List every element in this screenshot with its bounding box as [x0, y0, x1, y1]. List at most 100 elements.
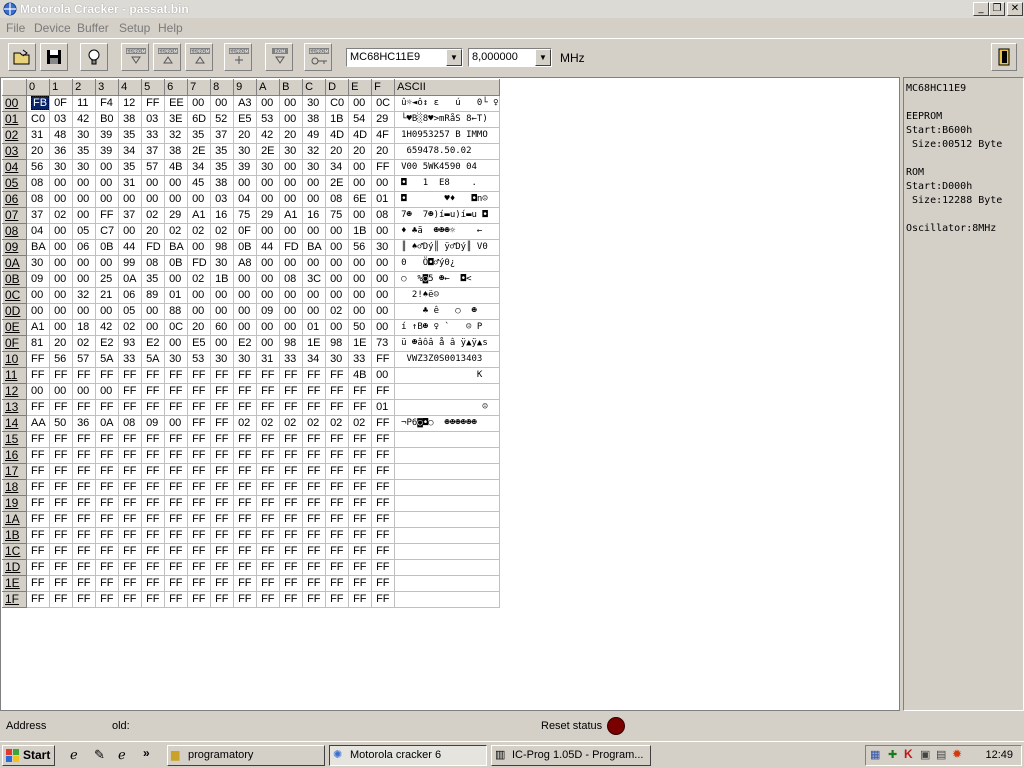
hex-byte-cell[interactable]: 56 [49, 351, 74, 368]
tray-sun-icon[interactable]: ✹ [952, 747, 962, 761]
hex-byte-cell[interactable]: 00 [279, 319, 304, 336]
hex-byte-cell[interactable]: FF [118, 527, 143, 544]
hex-byte-cell[interactable]: 02 [325, 303, 350, 320]
hex-byte-cell[interactable]: FF [25, 463, 51, 480]
hex-byte-cell[interactable]: FF [187, 479, 212, 496]
hex-byte-cell[interactable]: FF [210, 543, 235, 560]
hex-byte-cell[interactable]: 00 [279, 95, 304, 112]
hex-byte-cell[interactable]: FF [141, 447, 166, 464]
hex-byte-cell[interactable]: FF [95, 511, 120, 528]
hex-byte-cell[interactable]: 37 [118, 207, 143, 224]
hex-byte-cell[interactable]: FF [141, 495, 166, 512]
hex-byte-cell[interactable]: FF [164, 399, 189, 416]
hex-byte-cell[interactable]: 1B [325, 111, 350, 128]
hex-byte-cell[interactable]: FF [72, 591, 97, 608]
menu-buffer[interactable]: Buffer [77, 21, 109, 35]
ascii-cell[interactable]: 1H0953257 B IMMO [394, 127, 500, 144]
hex-byte-cell[interactable]: FF [233, 367, 258, 384]
hex-byte-cell[interactable]: FF [210, 431, 235, 448]
hex-byte-cell[interactable]: 0A [95, 415, 120, 432]
hex-byte-cell[interactable]: FF [210, 415, 235, 432]
hex-byte-cell[interactable]: E2 [95, 335, 120, 352]
hex-byte-cell[interactable]: FF [49, 431, 74, 448]
hex-byte-cell[interactable]: FF [371, 415, 396, 432]
hex-byte-cell[interactable]: FF [302, 511, 327, 528]
hex-byte-cell[interactable]: FF [210, 463, 235, 480]
hex-byte-cell[interactable]: FF [118, 511, 143, 528]
hex-byte-cell[interactable]: 04 [233, 191, 258, 208]
hex-byte-cell[interactable]: FF [49, 367, 74, 384]
hex-byte-cell[interactable]: FF [141, 575, 166, 592]
hex-byte-cell[interactable]: FF [141, 543, 166, 560]
hex-byte-cell[interactable]: 02 [302, 415, 327, 432]
hex-byte-cell[interactable]: 44 [118, 239, 143, 256]
exit-button[interactable] [991, 43, 1017, 71]
hex-byte-cell[interactable]: 00 [118, 223, 143, 240]
hex-byte-cell[interactable]: FF [302, 543, 327, 560]
ascii-cell[interactable] [394, 479, 500, 496]
hex-byte-cell[interactable]: 00 [95, 159, 120, 176]
hex-byte-cell[interactable]: C0 [25, 111, 51, 128]
hex-byte-cell[interactable]: FD [141, 239, 166, 256]
hex-byte-cell[interactable]: 3E [164, 111, 189, 128]
hex-byte-cell[interactable]: FF [25, 591, 51, 608]
hex-byte-cell[interactable]: 44 [256, 239, 281, 256]
hex-byte-cell[interactable]: FF [279, 399, 304, 416]
hex-byte-cell[interactable]: FF [233, 431, 258, 448]
hex-byte-cell[interactable]: 02 [325, 415, 350, 432]
hex-byte-cell[interactable]: 4F [371, 127, 396, 144]
hex-byte-cell[interactable]: 32 [72, 287, 97, 304]
hex-byte-cell[interactable]: 00 [256, 191, 281, 208]
hex-byte-cell[interactable]: 35 [118, 159, 143, 176]
hex-byte-cell[interactable]: 03 [49, 111, 74, 128]
ascii-cell[interactable]: í ↑B☻ ♀ ` ☺ P [394, 319, 500, 336]
hex-byte-cell[interactable]: FF [164, 591, 189, 608]
hex-byte-cell[interactable]: 02 [279, 415, 304, 432]
ascii-cell[interactable]: 2!♠ë☺ [394, 287, 500, 304]
hex-byte-cell[interactable]: 0B [164, 255, 189, 272]
ascii-cell[interactable]: └♥B░8♥>mRåS 8←T) [394, 111, 500, 128]
hex-byte-cell[interactable]: FF [256, 527, 281, 544]
hex-byte-cell[interactable]: FF [302, 463, 327, 480]
hex-byte-cell[interactable]: 08 [25, 175, 51, 192]
hex-byte-cell[interactable]: FF [72, 527, 97, 544]
hex-byte-cell[interactable]: FF [279, 447, 304, 464]
hex-byte-cell[interactable]: FF [371, 383, 396, 400]
menu-device[interactable]: Device [34, 21, 71, 35]
hex-byte-cell[interactable]: FF [95, 207, 120, 224]
hex-byte-cell[interactable]: 00 [256, 319, 281, 336]
hex-byte-cell[interactable]: 81 [25, 335, 51, 352]
hex-byte-cell[interactable]: 2E [325, 175, 350, 192]
hex-byte-cell[interactable]: 38 [164, 143, 189, 160]
hex-byte-cell[interactable]: 30 [72, 127, 97, 144]
hex-byte-cell[interactable]: 00 [49, 191, 74, 208]
hex-byte-cell[interactable]: 00 [279, 175, 304, 192]
hex-byte-cell[interactable]: 42 [256, 127, 281, 144]
hex-byte-cell[interactable]: 42 [95, 319, 120, 336]
hex-byte-cell[interactable]: FF [371, 431, 396, 448]
hex-byte-cell[interactable]: 0B [95, 239, 120, 256]
hex-byte-cell[interactable]: FF [302, 399, 327, 416]
hex-byte-cell[interactable]: 00 [95, 255, 120, 272]
hex-byte-cell[interactable]: FF [95, 591, 120, 608]
hex-byte-cell[interactable]: 30 [25, 255, 51, 272]
hex-byte-cell[interactable]: 1B [348, 223, 373, 240]
hex-byte-cell[interactable]: FF [72, 447, 97, 464]
hex-byte-cell[interactable]: FF [141, 367, 166, 384]
hex-byte-cell[interactable]: 00 [302, 303, 327, 320]
hex-byte-cell[interactable]: FF [210, 399, 235, 416]
hex-byte-cell[interactable]: FF [141, 559, 166, 576]
hex-byte-cell[interactable]: 20 [187, 319, 212, 336]
minimize-button[interactable]: _ [973, 2, 989, 16]
hex-byte-cell[interactable]: 4D [348, 127, 373, 144]
hex-byte-cell[interactable]: 02 [348, 415, 373, 432]
hex-byte-cell[interactable]: 02 [256, 415, 281, 432]
hex-byte-cell[interactable]: 00 [72, 255, 97, 272]
hex-byte-cell[interactable]: FF [95, 495, 120, 512]
quicklaunch-ie-icon[interactable]: ℯ [70, 747, 78, 763]
hex-byte-cell[interactable]: 01 [371, 399, 396, 416]
hex-byte-cell[interactable]: FF [164, 479, 189, 496]
hex-byte-cell[interactable]: 35 [72, 143, 97, 160]
hex-byte-cell[interactable]: FF [256, 495, 281, 512]
hex-byte-cell[interactable]: 00 [164, 191, 189, 208]
